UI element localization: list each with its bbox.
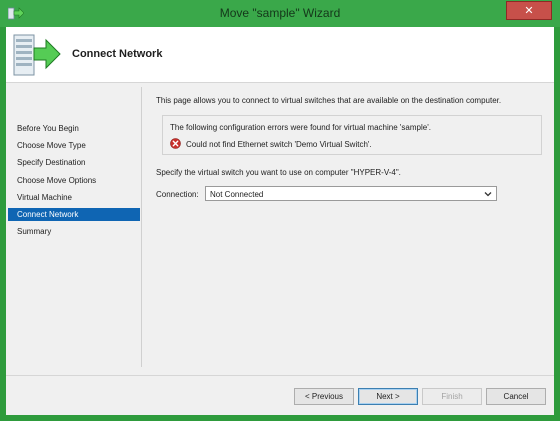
switch-prompt: Specify the virtual switch you want to u…: [156, 168, 401, 177]
cancel-button[interactable]: Cancel: [486, 388, 546, 405]
error-panel: The following configuration errors were …: [162, 115, 542, 155]
connection-select[interactable]: Not Connected: [205, 186, 497, 201]
nav-item-summary[interactable]: Summary: [8, 225, 140, 238]
connection-select-value: Not Connected: [210, 190, 264, 199]
wizard-header: Connect Network: [6, 27, 554, 83]
error-icon: [170, 138, 181, 149]
wizard-server-arrow-icon: [13, 34, 61, 76]
footer-divider: [6, 375, 554, 376]
nav-item-choose-move-type[interactable]: Choose Move Type: [8, 139, 140, 152]
wizard-step-list: Before You Begin Choose Move Type Specif…: [6, 84, 142, 374]
close-button[interactable]: ✕: [506, 1, 552, 20]
connection-label: Connection:: [156, 190, 199, 199]
nav-divider: [141, 87, 142, 367]
close-icon: ✕: [524, 5, 534, 17]
nav-item-specify-destination[interactable]: Specify Destination: [8, 156, 140, 169]
window-title: Move "sample" Wizard: [219, 6, 341, 20]
nav-item-before-you-begin[interactable]: Before You Begin: [8, 122, 140, 135]
nav-item-choose-move-options[interactable]: Choose Move Options: [8, 174, 140, 187]
finish-button[interactable]: Finish: [422, 388, 482, 405]
previous-button[interactable]: < Previous: [294, 388, 354, 405]
error-heading: The following configuration errors were …: [170, 123, 431, 132]
chevron-down-icon: [484, 192, 492, 197]
nav-item-virtual-machine[interactable]: Virtual Machine: [8, 191, 140, 204]
page-title: Connect Network: [72, 48, 163, 60]
next-button[interactable]: Next >: [358, 388, 418, 405]
page-description: This page allows you to connect to virtu…: [156, 96, 502, 105]
nav-item-connect-network[interactable]: Connect Network: [8, 208, 140, 221]
error-message: Could not find Ethernet switch 'Demo Vir…: [186, 140, 372, 149]
wizard-client-area: Connect Network Before You Begin Choose …: [6, 27, 554, 415]
title-bar: Move "sample" Wizard ✕: [0, 0, 560, 27]
